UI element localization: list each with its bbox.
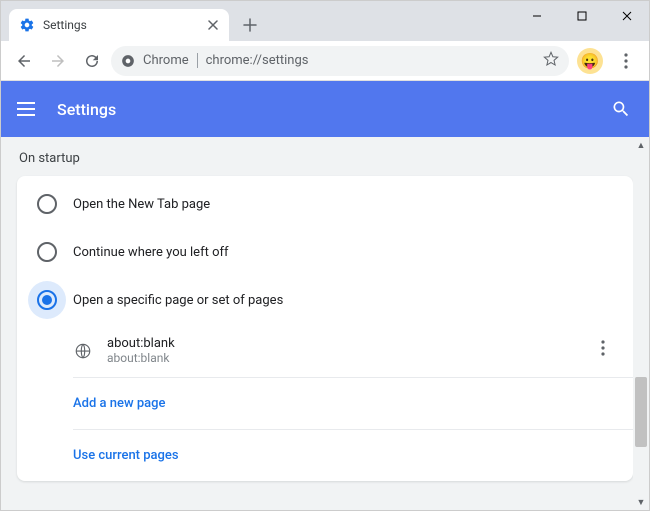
radio-halo bbox=[28, 281, 66, 319]
new-tab-button[interactable] bbox=[239, 14, 261, 36]
browser-tab-title: Settings bbox=[43, 18, 205, 32]
settings-header: Settings bbox=[1, 81, 649, 137]
chrome-icon bbox=[121, 54, 135, 68]
window-controls bbox=[514, 1, 649, 31]
startup-page-row: about:blank about:blank bbox=[73, 324, 633, 378]
address-bar[interactable]: Chrome chrome://settings bbox=[111, 46, 569, 76]
window-close-button[interactable] bbox=[604, 1, 649, 31]
settings-content: On startup Open the New Tab page Continu… bbox=[1, 137, 649, 510]
radio-continue-where-left-off[interactable]: Continue where you left off bbox=[17, 228, 633, 276]
chrome-menu-button[interactable] bbox=[611, 46, 641, 76]
scrollbar-thumb[interactable] bbox=[635, 377, 647, 447]
add-new-page-button[interactable]: Add a new page bbox=[73, 378, 633, 430]
omnibox-prefix-label: Chrome bbox=[143, 53, 189, 68]
close-tab-icon[interactable] bbox=[205, 17, 221, 33]
startup-page-text: about:blank about:blank bbox=[107, 336, 175, 365]
search-settings-icon[interactable] bbox=[609, 97, 633, 121]
page-more-actions-icon[interactable] bbox=[591, 340, 615, 361]
radio-label: Open a specific page or set of pages bbox=[73, 293, 283, 308]
scroll-up-icon[interactable]: ▲ bbox=[633, 137, 649, 153]
startup-card: Open the New Tab page Continue where you… bbox=[17, 176, 633, 481]
radio-icon bbox=[37, 194, 57, 214]
scrollbar[interactable]: ▲ ▼ bbox=[633, 137, 649, 510]
radio-open-specific-pages[interactable]: Open a specific page or set of pages bbox=[17, 276, 633, 324]
settings-title: Settings bbox=[57, 100, 116, 119]
settings-favicon-icon bbox=[19, 17, 35, 33]
startup-page-title: about:blank bbox=[107, 336, 175, 351]
radio-label: Continue where you left off bbox=[73, 245, 229, 260]
use-current-pages-button[interactable]: Use current pages bbox=[73, 430, 633, 481]
back-button[interactable] bbox=[9, 46, 39, 76]
scroll-down-icon[interactable]: ▼ bbox=[633, 494, 649, 510]
browser-toolbar: Chrome chrome://settings 😛 bbox=[1, 41, 649, 81]
hamburger-menu-icon[interactable] bbox=[17, 97, 41, 121]
profile-avatar[interactable]: 😛 bbox=[577, 48, 603, 74]
omnibox-url-text: chrome://settings bbox=[206, 53, 309, 68]
startup-page-url: about:blank bbox=[107, 351, 175, 365]
radio-open-new-tab-page[interactable]: Open the New Tab page bbox=[17, 180, 633, 228]
startup-pages-list: about:blank about:blank Add a new page U… bbox=[17, 324, 633, 481]
startup-section-title: On startup bbox=[1, 137, 649, 176]
omnibox-origin-chip: Chrome bbox=[121, 53, 198, 68]
forward-button[interactable] bbox=[43, 46, 73, 76]
window-maximize-button[interactable] bbox=[559, 1, 604, 31]
bookmark-star-icon[interactable] bbox=[543, 51, 559, 71]
radio-label: Open the New Tab page bbox=[73, 197, 210, 212]
window-titlebar: Settings bbox=[1, 1, 649, 41]
window-minimize-button[interactable] bbox=[514, 1, 559, 31]
reload-button[interactable] bbox=[77, 46, 107, 76]
radio-icon bbox=[37, 242, 57, 262]
globe-icon bbox=[73, 341, 93, 361]
browser-tab[interactable]: Settings bbox=[9, 9, 229, 41]
